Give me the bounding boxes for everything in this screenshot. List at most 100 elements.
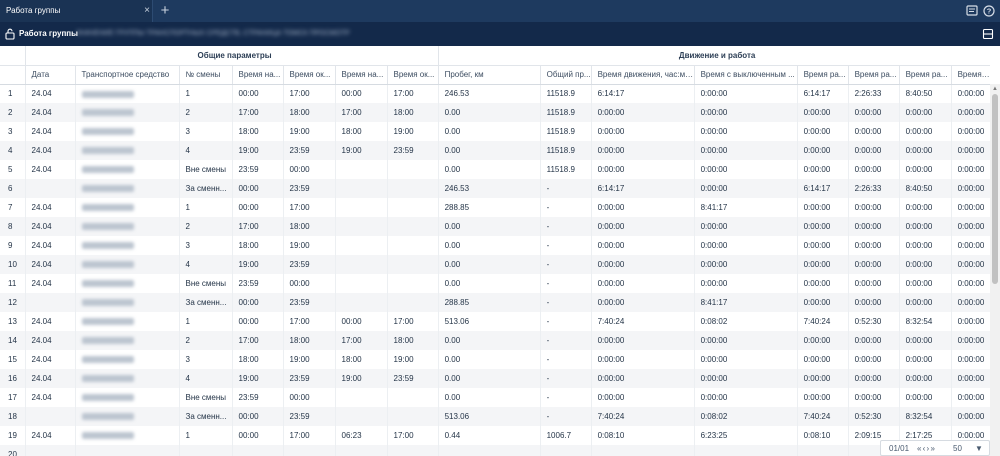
column-header[interactable]: Время движения, час:ми... — [591, 65, 695, 85]
table-cell: 0:00:00 — [797, 103, 849, 122]
comment-icon[interactable] — [966, 5, 978, 17]
page-nav-arrows[interactable]: « ‹ › » — [917, 441, 935, 456]
table-cell: 18:00 — [232, 236, 284, 255]
vehicle-name-blurred — [81, 356, 134, 364]
table-cell — [75, 198, 180, 217]
table-row[interactable]: 11 24.04 Вне смены 23:59 00:00 0.00-0:00:00 0:… — [0, 274, 990, 293]
table-cell: 0:00:00 — [591, 236, 695, 255]
table-cell: 0:00:00 — [951, 407, 990, 426]
table-cell: 18:00 — [335, 350, 388, 369]
column-header[interactable]: Время ра... — [797, 65, 849, 85]
row-number: 9 — [0, 236, 26, 255]
table-cell: 0:52:30 — [848, 312, 900, 331]
table-cell: 2 — [179, 331, 233, 350]
column-header[interactable]: Время ра... — [899, 65, 952, 85]
column-header[interactable]: Время с выключенным ... — [694, 65, 798, 85]
table-cell: 0:08:02 — [694, 407, 798, 426]
table-cell: 0.00 — [438, 122, 541, 141]
table-row[interactable]: 9 24.04 3 18:00 19:00 0.00-0:00:00 0:00:00 0:00… — [0, 236, 990, 255]
table-cell: - — [540, 217, 592, 236]
table-cell: 0:00:00 — [591, 160, 695, 179]
column-header[interactable]: Время ок... — [283, 65, 336, 85]
table-cell: 7:40:24 — [797, 407, 849, 426]
table-cell — [75, 350, 180, 369]
column-header[interactable]: Время на... — [335, 65, 388, 85]
row-number: 18 — [0, 407, 26, 426]
table-cell: 0:00:00 — [899, 160, 952, 179]
table-row[interactable]: 16 24.04 4 19:00 23:59 19:00 23:59 0.00-0:00:00… — [0, 369, 990, 388]
vehicle-name-blurred — [81, 242, 134, 250]
table-cell: 0:00:00 — [797, 255, 849, 274]
table-cell: 00:00 — [283, 274, 336, 293]
table-cell: 0:00:00 — [848, 198, 900, 217]
table-cell: 3 — [179, 236, 233, 255]
table-cell — [387, 217, 439, 236]
table-row[interactable]: 19 24.04 1 00:00 17:00 06:23 17:00 0.44 1006.7 0:… — [0, 426, 990, 445]
table-cell: 18:00 — [232, 122, 284, 141]
column-header[interactable]: Пробег, км — [438, 65, 541, 85]
table-cell: 0:00:00 — [848, 141, 900, 160]
column-header[interactable]: Транспортное средство — [75, 65, 180, 85]
table-row[interactable]: 13 24.04 1 00:00 17:00 00:00 17:00 513.06-7:40:… — [0, 312, 990, 331]
table-row[interactable]: 12 За сменн... 00:00 23:59 288.85-0:00:00 8:4… — [0, 293, 990, 312]
scroll-thumb[interactable] — [992, 94, 998, 284]
table-row[interactable]: 14 24.04 2 17:00 18:00 17:00 18:00 0.00-0:00:00… — [0, 331, 990, 350]
add-tab-icon[interactable]: + — [158, 3, 172, 19]
table-cell: 246.53 — [438, 179, 541, 198]
table-cell: 0:00:00 — [899, 217, 952, 236]
tab-work-group[interactable]: Работа группы — [0, 0, 153, 22]
table-cell — [387, 198, 439, 217]
table-row[interactable]: 17 24.04 Вне смены 23:59 00:00 0.00-0:00:00 0:… — [0, 388, 990, 407]
scroll-up-icon[interactable]: ▲ — [992, 86, 998, 92]
table-cell: 17:00 — [283, 198, 336, 217]
column-header[interactable]: Время на... — [232, 65, 284, 85]
column-header[interactable]: № смены — [179, 65, 233, 85]
pagination: 01/01 « ‹ › » 50 ▼ — [880, 440, 990, 456]
table-row[interactable]: 7 24.04 1 00:00 17:00 288.85-0:00:00 8:41:17 0:… — [0, 198, 990, 217]
help-icon[interactable]: ? — [983, 5, 995, 17]
table-row[interactable]: 3 24.04 3 18:00 19:00 18:00 19:00 0.00 11518.9 0:… — [0, 122, 990, 141]
table-cell: 0:00:00 — [694, 103, 798, 122]
layout-icon[interactable] — [982, 28, 994, 40]
table-cell: 17:00 — [232, 331, 284, 350]
table-row[interactable]: 18 За сменн... 00:00 23:59 513.06-7:40:24 0:0… — [0, 407, 990, 426]
table-cell: 0:00:00 — [951, 141, 990, 160]
table-cell: 0:00:00 — [797, 160, 849, 179]
table-row[interactable]: 2 24.04 2 17:00 18:00 17:00 18:00 0.00 11518.9 0:… — [0, 103, 990, 122]
page-size-select[interactable]: 50 — [953, 441, 962, 456]
table-cell — [75, 426, 180, 445]
table-cell — [335, 255, 388, 274]
column-header[interactable]: Время ра... — [848, 65, 900, 85]
table-row[interactable]: 15 24.04 3 18:00 19:00 18:00 19:00 0.00-0:00:00… — [0, 350, 990, 369]
table-cell: 0:00:00 — [694, 217, 798, 236]
lock-icon[interactable] — [5, 28, 15, 40]
table-row[interactable]: 8 24.04 2 17:00 18:00 0.00-0:00:00 0:00:00 0:00… — [0, 217, 990, 236]
column-header[interactable] — [0, 65, 26, 85]
table-row[interactable]: 5 24.04 Вне смены 23:59 00:00 0.00 11518.9 0:00… — [0, 160, 990, 179]
table-cell: 0:00:00 — [694, 255, 798, 274]
table-cell: 24.04 — [25, 426, 76, 445]
table-cell: 11518.9 — [540, 84, 592, 103]
row-number: 20 — [0, 445, 26, 456]
close-icon[interactable]: × — [142, 0, 152, 22]
table-cell: 0:00:00 — [899, 350, 952, 369]
table-cell: 8:41:17 — [694, 293, 798, 312]
table-row[interactable]: 10 24.04 4 19:00 23:59 0.00-0:00:00 0:00:00 0:0… — [0, 255, 990, 274]
column-header[interactable]: Время ок... — [387, 65, 439, 85]
table-cell: 0:00:00 — [591, 369, 695, 388]
column-header[interactable]: Дата — [25, 65, 76, 85]
table-cell: 0.00 — [438, 255, 541, 274]
table-row[interactable]: 1 24.04 1 00:00 17:00 00:00 17:00 246.53 11518.9… — [0, 84, 990, 103]
column-header[interactable]: Общий пр... — [540, 65, 592, 85]
table-cell: 0.44 — [438, 426, 541, 445]
chevron-down-icon[interactable]: ▼ — [975, 441, 983, 456]
table-cell: 24.04 — [25, 388, 76, 407]
vehicle-name-blurred — [81, 337, 134, 345]
column-header[interactable]: Время ра... — [951, 65, 990, 85]
table-row[interactable]: 20 — [0, 445, 990, 456]
table-row[interactable]: 4 24.04 4 19:00 23:59 19:00 23:59 0.00 11518.9 0:… — [0, 141, 990, 160]
vertical-scrollbar[interactable]: ▲ — [990, 84, 1000, 456]
table-cell: 0:00:00 — [797, 388, 849, 407]
table-row[interactable]: 6 За сменн... 00:00 23:59 246.53-6:14:17 0:00… — [0, 179, 990, 198]
row-number: 7 — [0, 198, 26, 217]
